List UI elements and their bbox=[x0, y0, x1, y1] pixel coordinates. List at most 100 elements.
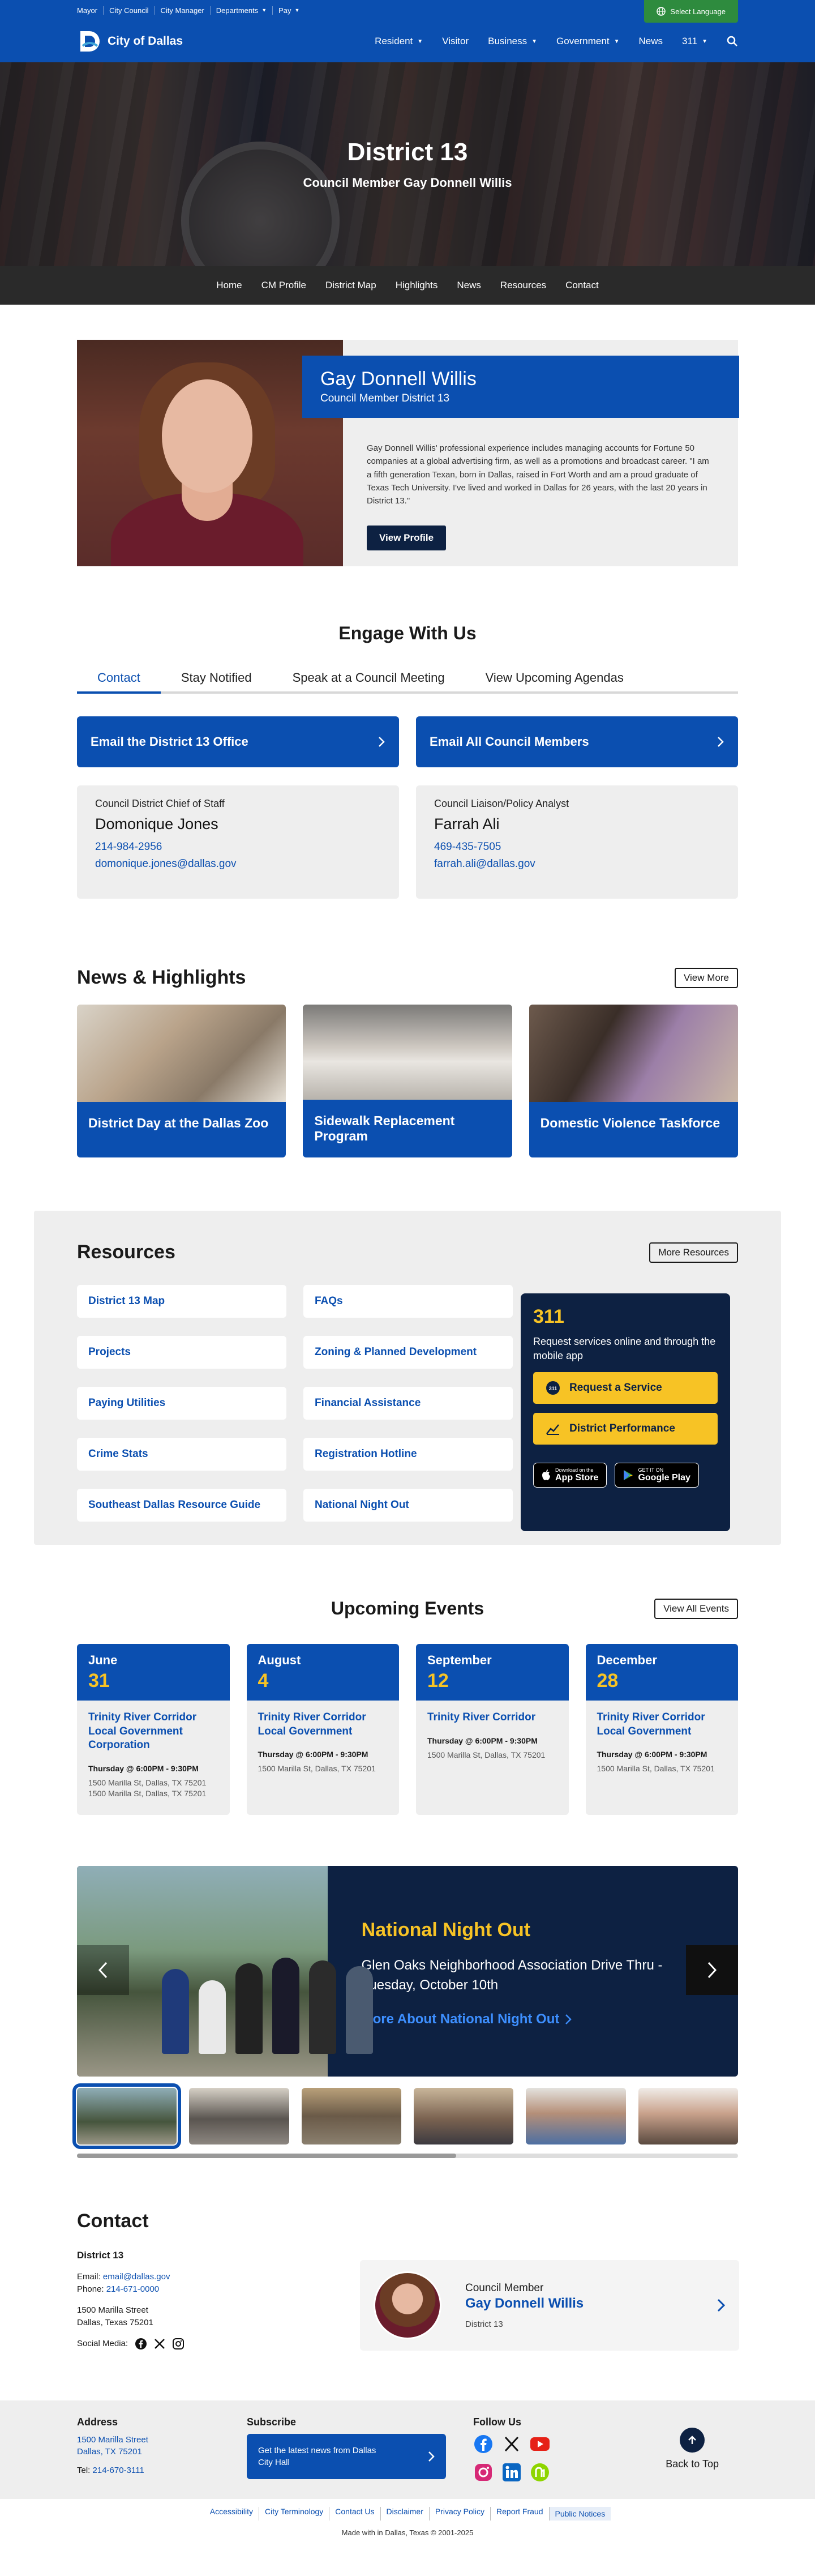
slider-prev-button[interactable] bbox=[77, 1945, 129, 1995]
slider-thumbnail[interactable] bbox=[413, 2088, 514, 2144]
resource-link[interactable]: Financial Assistance bbox=[303, 1387, 513, 1420]
event-body: Trinity River Corridor Local Government … bbox=[247, 1701, 400, 1784]
subnav-highlights[interactable]: Highlights bbox=[396, 280, 438, 291]
footer-link-disclaimer[interactable]: Disclaimer bbox=[381, 2506, 430, 2521]
nav-government[interactable]: Government ▼ bbox=[556, 36, 619, 47]
app-store-badge[interactable]: Download on the App Store bbox=[533, 1463, 607, 1488]
city-logo[interactable]: City of Dallas bbox=[77, 29, 183, 54]
staff-phone-link[interactable]: 214-984-2956 bbox=[95, 841, 381, 853]
view-more-news-button[interactable]: View More bbox=[675, 967, 738, 988]
youtube-icon[interactable] bbox=[530, 2434, 550, 2454]
news-card[interactable]: Domestic Violence Taskforce bbox=[529, 1005, 738, 1157]
subnav-contact[interactable]: Contact bbox=[565, 280, 599, 291]
facebook-icon[interactable] bbox=[135, 2338, 147, 2350]
subnav-news[interactable]: News bbox=[457, 280, 481, 291]
nav-visitor[interactable]: Visitor bbox=[442, 36, 469, 47]
slider-thumbnail[interactable] bbox=[72, 2083, 182, 2149]
tab-stay-notified[interactable]: Stay Notified bbox=[161, 664, 272, 691]
subnav-resources[interactable]: Resources bbox=[500, 280, 546, 291]
tab-contact[interactable]: Contact bbox=[77, 664, 161, 694]
resource-link[interactable]: Projects bbox=[77, 1336, 286, 1369]
slider-thumbnail[interactable] bbox=[301, 2088, 401, 2144]
footer-tel-label: Tel: bbox=[77, 2466, 91, 2475]
resource-link[interactable]: FAQs bbox=[303, 1285, 513, 1318]
event-card[interactable]: December 28 Trinity River Corridor Local… bbox=[585, 1644, 738, 1815]
google-play-badge[interactable]: GET IT ON Google Play bbox=[615, 1463, 699, 1488]
select-language-button[interactable]: Select Language bbox=[644, 0, 738, 23]
request-service-button[interactable]: 311 Request a Service bbox=[533, 1372, 718, 1404]
footer-link-contact[interactable]: Contact Us bbox=[329, 2506, 381, 2521]
tab-upcoming-agendas[interactable]: View Upcoming Agendas bbox=[465, 664, 644, 691]
nav-311[interactable]: 311 ▼ bbox=[682, 36, 707, 47]
nav-resident[interactable]: Resident ▼ bbox=[375, 36, 423, 47]
news-card[interactable]: District Day at the Dallas Zoo bbox=[77, 1005, 286, 1157]
footer-addr2[interactable]: Dallas, TX 75201 bbox=[77, 2446, 247, 2458]
nav-news[interactable]: News bbox=[638, 36, 663, 47]
event-date: August 4 bbox=[246, 1644, 399, 1701]
linkedin-icon[interactable] bbox=[501, 2462, 522, 2483]
subnav-home[interactable]: Home bbox=[216, 280, 242, 291]
contact-phone-link[interactable]: 214-671-0000 bbox=[106, 2284, 159, 2294]
view-all-events-button[interactable]: View All Events bbox=[654, 1598, 738, 1619]
caret-down-icon: ▼ bbox=[702, 38, 707, 45]
resource-link[interactable]: National Night Out bbox=[303, 1489, 513, 1522]
footer-link-public-notices[interactable]: Public Notices bbox=[549, 2506, 611, 2521]
slider-next-button[interactable] bbox=[686, 1945, 738, 1995]
nav-business[interactable]: Business ▼ bbox=[488, 36, 537, 47]
nextdoor-icon[interactable] bbox=[530, 2462, 550, 2483]
resource-link[interactable]: Southeast Dallas Resource Guide bbox=[77, 1489, 286, 1522]
news-card[interactable]: Sidewalk Replacement Program bbox=[303, 1005, 512, 1157]
util-link-city-council[interactable]: City Council bbox=[104, 6, 155, 15]
util-link-departments[interactable]: Departments ▼ bbox=[211, 6, 273, 15]
footer-link-report-fraud[interactable]: Report Fraud bbox=[491, 2506, 550, 2521]
subnav-cm-profile[interactable]: CM Profile bbox=[261, 280, 306, 291]
instagram-icon[interactable] bbox=[172, 2338, 185, 2350]
slider-thumbnail[interactable] bbox=[638, 2088, 738, 2144]
footer-link-privacy[interactable]: Privacy Policy bbox=[430, 2506, 491, 2521]
resource-link[interactable]: District 13 Map bbox=[77, 1285, 286, 1318]
news-cards: District Day at the Dallas Zoo Sidewalk … bbox=[77, 1005, 738, 1157]
slide-more-link[interactable]: More About National Night Out bbox=[362, 2011, 704, 2027]
slider-thumbnail[interactable] bbox=[526, 2088, 626, 2144]
back-to-top-button[interactable]: Back to Top bbox=[666, 2428, 719, 2470]
slider-thumbnail[interactable] bbox=[189, 2088, 289, 2144]
staff-email-link[interactable]: domonique.jones@dallas.gov bbox=[95, 858, 381, 870]
event-card[interactable]: June 31 Trinity River Corridor Local Gov… bbox=[77, 1644, 230, 1815]
staff-email-link[interactable]: farrah.ali@dallas.gov bbox=[434, 858, 720, 870]
resource-link[interactable]: Crime Stats bbox=[77, 1438, 286, 1471]
footer-tel-link[interactable]: 214-670-3111 bbox=[93, 2466, 144, 2475]
profile-title: Council Member District 13 bbox=[320, 392, 450, 404]
scrollbar-thumb[interactable] bbox=[77, 2154, 456, 2158]
util-link-city-manager[interactable]: City Manager bbox=[155, 6, 211, 15]
district-performance-button[interactable]: District Performance bbox=[533, 1413, 718, 1445]
more-resources-button[interactable]: More Resources bbox=[649, 1242, 738, 1263]
search-icon[interactable] bbox=[727, 36, 738, 47]
resource-link[interactable]: Zoning & Planned Development bbox=[303, 1336, 513, 1369]
subnav-district-map[interactable]: District Map bbox=[325, 280, 376, 291]
tab-speak-at-council[interactable]: Speak at a Council Meeting bbox=[272, 664, 465, 691]
event-card[interactable]: September 12 Trinity River Corridor Thur… bbox=[416, 1644, 569, 1815]
council-member-contact-card[interactable]: Council Member Gay Donnell Willis Distri… bbox=[360, 2260, 739, 2351]
staff-phone-link[interactable]: 469-435-7505 bbox=[434, 841, 720, 853]
subscribe-button[interactable]: Get the latest news from Dallas City Hal… bbox=[247, 2434, 446, 2479]
footer-link-terminology[interactable]: City Terminology bbox=[259, 2506, 330, 2521]
caret-down-icon: ▼ bbox=[294, 7, 300, 13]
contact-email-link[interactable]: email@dallas.gov bbox=[103, 2272, 170, 2282]
footer-addr1[interactable]: 1500 Marilla Street bbox=[77, 2434, 247, 2446]
email-all-council-button[interactable]: Email All Council Members bbox=[416, 716, 738, 767]
main-header: City of Dallas Resident ▼ Visitor Busines… bbox=[0, 20, 815, 62]
x-twitter-icon[interactable] bbox=[501, 2434, 522, 2454]
util-link-mayor[interactable]: Mayor bbox=[77, 6, 104, 15]
email-district-office-button[interactable]: Email the District 13 Office bbox=[77, 716, 399, 767]
thumbnail-scrollbar[interactable] bbox=[77, 2154, 738, 2158]
instagram-icon[interactable] bbox=[473, 2462, 494, 2483]
footer-link-accessibility[interactable]: Accessibility bbox=[204, 2506, 260, 2521]
facebook-icon[interactable] bbox=[473, 2434, 494, 2454]
x-twitter-icon[interactable] bbox=[154, 2338, 165, 2349]
profile-name-box: Gay Donnell Willis Council Member Distri… bbox=[302, 356, 739, 418]
view-profile-button[interactable]: View Profile bbox=[367, 526, 447, 550]
util-link-pay[interactable]: Pay ▼ bbox=[273, 6, 305, 15]
resource-link[interactable]: Registration Hotline bbox=[303, 1438, 513, 1471]
resource-link[interactable]: Paying Utilities bbox=[77, 1387, 286, 1420]
event-card[interactable]: August 4 Trinity River Corridor Local Go… bbox=[246, 1644, 400, 1815]
